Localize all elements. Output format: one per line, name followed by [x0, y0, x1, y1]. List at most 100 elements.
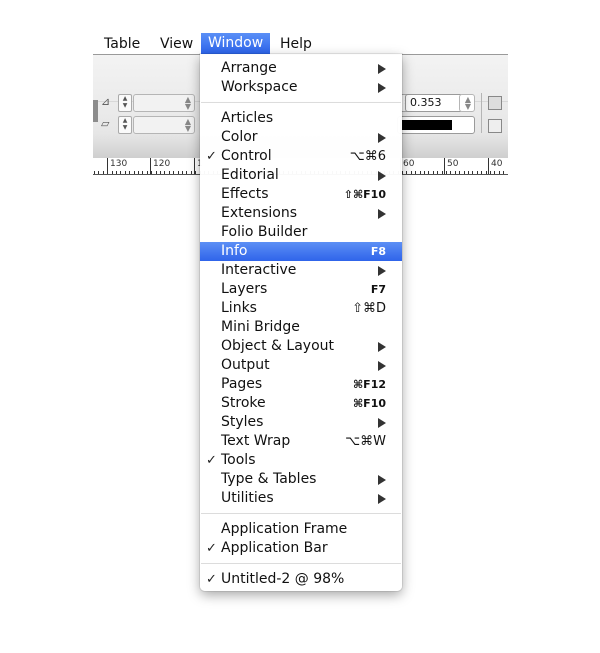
menu-item-extensions[interactable]: Extensions	[200, 204, 402, 223]
menu-item-type-tables[interactable]: Type & Tables	[200, 470, 402, 489]
menu-table[interactable]: Table	[97, 34, 147, 54]
ruler-label: 130	[110, 159, 128, 169]
menu-item-control[interactable]: ✓ Control ⌥⌘6	[200, 147, 402, 166]
submenu-arrow-icon	[378, 418, 386, 428]
shear-field[interactable]: ▲ ▼	[133, 94, 195, 112]
transparency-icon[interactable]	[488, 119, 502, 133]
ruler-minor-tick	[103, 171, 104, 174]
menu-item-workspace[interactable]: Workspace	[200, 78, 402, 97]
ruler-minor-tick	[442, 171, 443, 174]
shear-stepper[interactable]: ▲ ▼	[118, 94, 132, 112]
ruler-minor-tick	[138, 171, 139, 174]
menu-item-links[interactable]: Links ⇧⌘D	[200, 299, 402, 318]
keyboard-shortcut: ⌘F12	[352, 378, 386, 391]
submenu-arrow-icon	[378, 133, 386, 143]
menu-separator	[201, 563, 401, 564]
window-menu: Arrange Workspace Articles Color ✓ Control ⌥⌘6…	[200, 54, 402, 591]
ruler-minor-tick	[464, 171, 465, 174]
menu-item-label: Application Bar	[221, 540, 328, 556]
rotate-field[interactable]: ▲ ▼	[133, 116, 195, 134]
menu-item-label: Mini Bridge	[221, 319, 300, 335]
ruler-minor-tick	[411, 171, 412, 174]
menu-item-untitled-2-98[interactable]: ✓ Untitled-2 @ 98%	[200, 570, 402, 589]
menu-item-label: Arrange	[221, 60, 277, 76]
submenu-arrow-icon	[378, 171, 386, 181]
menu-item-articles[interactable]: Articles	[200, 109, 402, 128]
menu-help[interactable]: Help	[273, 34, 319, 54]
stroke-weight-field[interactable]: 0.353 mm	[405, 94, 463, 125]
submenu-arrow-icon	[378, 266, 386, 276]
menu-item-stroke[interactable]: Stroke ⌘F10	[200, 394, 402, 413]
menu-item-application-frame[interactable]: Application Frame	[200, 520, 402, 539]
ruler-minor-tick	[173, 171, 174, 174]
menu-item-label: Color	[221, 129, 258, 145]
ruler-minor-tick	[160, 171, 161, 174]
ruler-major-tick	[444, 158, 445, 174]
ruler-minor-tick	[415, 171, 416, 174]
menu-item-label: Text Wrap	[221, 433, 291, 449]
menu-item-label: Object & Layout	[221, 338, 335, 354]
menu-item-label: Folio Builder	[221, 224, 308, 240]
menu-item-label: Interactive	[221, 262, 297, 278]
ruler-minor-tick	[477, 171, 478, 174]
stroke-type-select[interactable]	[397, 116, 475, 134]
menu-item-label: Editorial	[221, 167, 279, 183]
ruler-minor-tick	[120, 171, 121, 174]
ruler-minor-tick	[191, 171, 192, 174]
ruler-minor-tick	[450, 171, 451, 174]
ruler-minor-tick	[424, 171, 425, 174]
menu-item-interactive[interactable]: Interactive	[200, 261, 402, 280]
ruler-major-tick	[488, 158, 489, 174]
ruler-minor-tick	[142, 171, 143, 174]
ruler-minor-tick	[125, 171, 126, 174]
submenu-arrow-icon	[378, 494, 386, 504]
menu-item-color[interactable]: Color	[200, 128, 402, 147]
ruler-minor-tick	[129, 171, 130, 174]
checkmark-icon: ✓	[206, 572, 217, 587]
rotate-stepper[interactable]: ▲ ▼	[118, 116, 132, 134]
rotate-shape-icon: ▱	[101, 117, 110, 130]
menu-item-text-wrap[interactable]: Text Wrap ⌥⌘W	[200, 432, 402, 451]
ruler-label: 60	[403, 159, 415, 169]
ruler-minor-tick	[490, 171, 491, 174]
menu-item-label: Layers	[221, 281, 268, 297]
menu-item-layers[interactable]: Layers F7	[200, 280, 402, 299]
menu-window[interactable]: Window	[201, 33, 271, 55]
menu-item-label: Application Frame	[221, 521, 348, 537]
menu-view[interactable]: View	[153, 34, 200, 54]
frame-fitting-icon[interactable]	[488, 96, 502, 110]
menu-item-arrange[interactable]: Arrange	[200, 59, 402, 78]
ruler-minor-tick	[147, 171, 148, 174]
ruler-minor-tick	[499, 171, 500, 174]
ruler-minor-tick	[164, 171, 165, 174]
ruler-minor-tick	[107, 171, 108, 174]
menu-separator	[201, 513, 401, 514]
ruler-label: 50	[447, 159, 459, 169]
ruler-minor-tick	[433, 171, 434, 174]
stroke-weight-spin[interactable]: ▲ ▼	[459, 94, 475, 112]
menu-item-label: Effects	[221, 186, 269, 202]
ruler-label: 40	[491, 159, 503, 169]
ruler-label: 120	[153, 159, 171, 169]
panel-grip[interactable]	[93, 100, 98, 122]
ruler-minor-tick	[494, 171, 495, 174]
menu-item-effects[interactable]: Effects ⇧⌘F10	[200, 185, 402, 204]
menu-item-utilities[interactable]: Utilities	[200, 489, 402, 508]
menu-item-output[interactable]: Output	[200, 356, 402, 375]
menu-item-info[interactable]: Info F8	[200, 242, 402, 261]
menu-item-tools[interactable]: ✓ Tools	[200, 451, 402, 470]
menu-item-label: Styles	[221, 414, 264, 430]
menu-item-pages[interactable]: Pages ⌘F12	[200, 375, 402, 394]
menu-item-object-layout[interactable]: Object & Layout	[200, 337, 402, 356]
keyboard-shortcut: ⌥⌘6	[349, 149, 386, 164]
menu-item-editorial[interactable]: Editorial	[200, 166, 402, 185]
keyboard-shortcut: ⌘F10	[352, 397, 386, 410]
menu-item-folio-builder[interactable]: Folio Builder	[200, 223, 402, 242]
shear-angle-icon: ⊿	[101, 95, 111, 108]
menu-item-label: Control	[221, 148, 272, 164]
ruler-minor-tick	[98, 171, 99, 174]
checkmark-icon: ✓	[206, 149, 217, 164]
menu-item-styles[interactable]: Styles	[200, 413, 402, 432]
menu-item-application-bar[interactable]: ✓ Application Bar	[200, 539, 402, 558]
menu-item-mini-bridge[interactable]: Mini Bridge	[200, 318, 402, 337]
